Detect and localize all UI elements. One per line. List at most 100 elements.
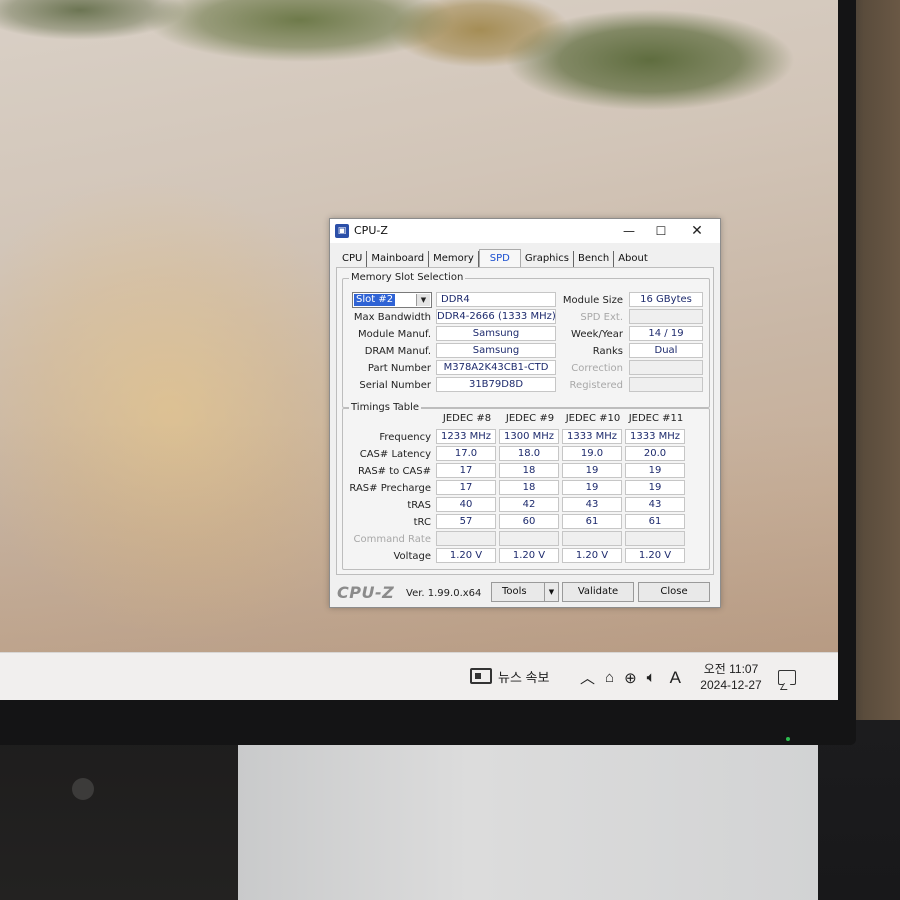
ranks-value: Dual xyxy=(629,343,703,358)
timing-row-label: Voltage xyxy=(393,551,431,562)
ime-language-indicator[interactable]: A xyxy=(670,668,681,688)
timings-table-group: Timings Table JEDEC #8 JEDEC #9 JEDEC #1… xyxy=(342,402,710,570)
timing-cell: 1300 MHz xyxy=(499,429,559,444)
tab-graphics[interactable]: Graphics xyxy=(521,251,575,267)
tab-cpu[interactable]: CPU xyxy=(338,251,368,267)
serial-number-label: Serial Number xyxy=(359,380,431,391)
ranks-label: Ranks xyxy=(592,346,623,357)
max-bandwidth-value: DDR4-2666 (1333 MHz) xyxy=(436,309,556,324)
tools-button[interactable]: Tools ▼ xyxy=(491,582,559,602)
clock-time: 오전 11:07 xyxy=(703,662,759,676)
module-manuf-label: Module Manuf. xyxy=(358,329,431,340)
timing-row-label: RAS# Precharge xyxy=(349,483,431,494)
timing-cell: 1.20 V xyxy=(499,548,559,563)
registered-label: Registered xyxy=(569,380,623,391)
cpuz-app-icon: ▣ xyxy=(335,224,349,238)
dram-manuf-value: Samsung xyxy=(436,343,556,358)
cpuz-window[interactable]: ▣ CPU-Z — ☐ ✕ CPU Mainboard Memory SPD G… xyxy=(329,218,721,608)
tab-spd[interactable]: SPD xyxy=(478,249,521,267)
tab-bench[interactable]: Bench xyxy=(574,251,615,267)
slot-dropdown-value: Slot #2 xyxy=(354,294,396,306)
part-number-value: M378A2K43CB1-CTD xyxy=(436,360,556,375)
spd-ext-value xyxy=(629,309,703,324)
tab-about[interactable]: About xyxy=(614,251,652,267)
timings-table-title: Timings Table xyxy=(349,402,422,413)
wallpaper-grass xyxy=(0,0,838,120)
timing-cell: 43 xyxy=(562,497,622,512)
week-year-label: Week/Year xyxy=(571,329,623,340)
timing-cell: 18.0 xyxy=(499,446,559,461)
close-window-button[interactable]: ✕ xyxy=(684,222,710,240)
correction-label: Correction xyxy=(571,363,623,374)
timing-cell: 1.20 V xyxy=(436,548,496,563)
timing-cell: 17 xyxy=(436,463,496,478)
timing-cell: 60 xyxy=(499,514,559,529)
timing-cell: 1333 MHz xyxy=(625,429,685,444)
network-globe-icon[interactable]: ⊕ xyxy=(624,669,637,687)
speaker-icon[interactable]: 🔈︎ xyxy=(647,669,656,686)
timings-column-header: JEDEC #11 xyxy=(628,413,684,424)
part-number-label: Part Number xyxy=(367,363,431,374)
window-footer: CPU-Z Ver. 1.99.0.x64 Tools ▼ Validate C… xyxy=(330,579,720,607)
module-manuf-value: Samsung xyxy=(436,326,556,341)
timing-cell xyxy=(562,531,622,546)
timing-row-label: CAS# Latency xyxy=(359,449,431,460)
timing-cell: 1.20 V xyxy=(562,548,622,563)
timing-cell xyxy=(436,531,496,546)
timing-cell: 42 xyxy=(499,497,559,512)
timing-cell: 19.0 xyxy=(562,446,622,461)
week-year-value: 14 / 19 xyxy=(629,326,703,341)
spd-ext-label: SPD Ext. xyxy=(580,312,623,323)
power-led xyxy=(786,737,790,741)
tab-memory[interactable]: Memory xyxy=(429,251,479,267)
desk-object xyxy=(0,730,238,900)
taskbar-clock[interactable]: 오전 11:07 2024-12-27 xyxy=(696,661,766,693)
timing-cell: 20.0 xyxy=(625,446,685,461)
timing-cell: 40 xyxy=(436,497,496,512)
slot-dropdown[interactable]: Slot #2 ▼ xyxy=(352,292,432,308)
cpuz-brand-logo: CPU-Z xyxy=(337,583,395,602)
timing-cell: 19 xyxy=(625,463,685,478)
timing-cell xyxy=(499,531,559,546)
news-icon xyxy=(470,668,492,684)
close-button[interactable]: Close xyxy=(638,582,710,602)
news-widget[interactable]: 뉴스 속보 xyxy=(470,665,549,687)
minimize-button[interactable]: — xyxy=(616,222,642,240)
tab-mainboard[interactable]: Mainboard xyxy=(367,251,430,267)
timing-cell: 18 xyxy=(499,480,559,495)
timing-cell: 61 xyxy=(562,514,622,529)
timing-row-label: tRAS xyxy=(407,500,431,511)
chevron-down-icon[interactable]: ▼ xyxy=(544,583,558,601)
title-bar[interactable]: ▣ CPU-Z — ☐ ✕ xyxy=(330,219,720,243)
timing-cell xyxy=(625,531,685,546)
timing-row-label: tRC xyxy=(413,517,431,528)
spd-panel: Memory Slot Selection Slot #2 ▼ DDR4 Mod… xyxy=(336,267,714,575)
memory-slot-title: Memory Slot Selection xyxy=(349,272,466,283)
photo-scene: ▣ CPU-Z — ☐ ✕ CPU Mainboard Memory SPD G… xyxy=(0,0,900,900)
max-bandwidth-label: Max Bandwidth xyxy=(353,312,431,323)
chevron-up-icon[interactable]: ︿ xyxy=(580,667,595,688)
window-title: CPU-Z xyxy=(354,224,388,237)
module-size-value: 16 GBytes xyxy=(629,292,703,307)
timing-cell: 61 xyxy=(625,514,685,529)
timings-column-header: JEDEC #8 xyxy=(442,413,492,424)
tab-bar: CPU Mainboard Memory SPD Graphics Bench … xyxy=(338,249,652,267)
taskbar: 뉴스 속보 ︿ ⌂ ⊕ 🔈︎ A 오전 11:07 2024-12-27 xyxy=(0,652,838,700)
timing-cell: 19 xyxy=(562,463,622,478)
timing-cell: 1.20 V xyxy=(625,548,685,563)
timing-row-label: Command Rate xyxy=(353,534,431,545)
timing-cell: 43 xyxy=(625,497,685,512)
validate-button[interactable]: Validate xyxy=(562,582,634,602)
timing-cell: 18 xyxy=(499,463,559,478)
notification-icon[interactable] xyxy=(778,670,796,685)
timings-column-header: JEDEC #10 xyxy=(565,413,621,424)
timing-cell: 1333 MHz xyxy=(562,429,622,444)
module-size-label: Module Size xyxy=(562,295,623,306)
memory-type-value: DDR4 xyxy=(436,292,556,307)
ime-mode-icon[interactable]: ⌂ xyxy=(605,669,614,686)
maximize-button[interactable]: ☐ xyxy=(648,222,674,240)
serial-number-value: 31B79D8D xyxy=(436,377,556,392)
timing-cell: 19 xyxy=(562,480,622,495)
chevron-down-icon[interactable]: ▼ xyxy=(416,294,430,306)
correction-value xyxy=(629,360,703,375)
